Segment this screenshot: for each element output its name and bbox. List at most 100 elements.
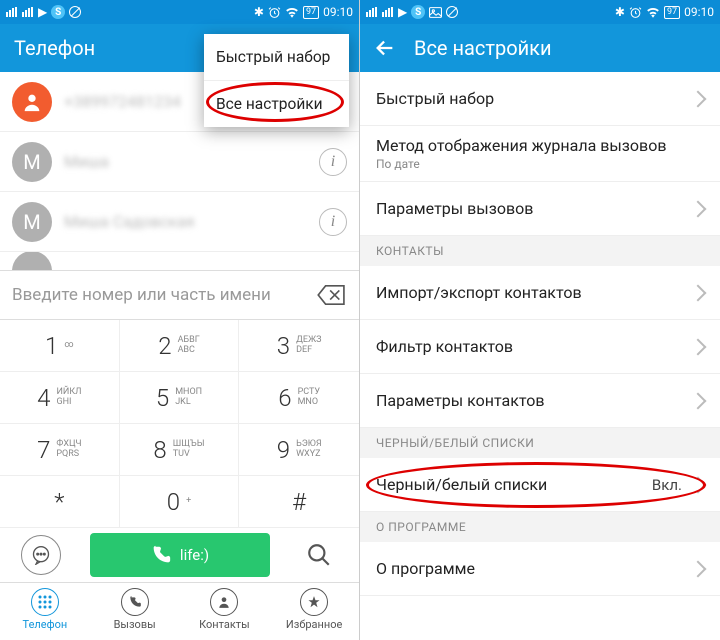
dialer-keypad: 1∞ 2АБВГ ABC 3ДЕЖЗ DEF 4ИЙКЛ GHI 5МНОП J… bbox=[0, 320, 359, 528]
setting-title: Параметры вызовов bbox=[376, 199, 692, 218]
dialer-input[interactable]: Введите номер или часть имени bbox=[0, 270, 359, 320]
key-star[interactable]: * bbox=[0, 476, 120, 528]
chevron-right-icon bbox=[690, 338, 707, 355]
no-icon bbox=[446, 6, 458, 18]
contact-row[interactable]: M Миша i bbox=[0, 132, 359, 192]
battery-icon: 97 bbox=[303, 6, 319, 19]
section-black-white: ЧЕРНЫЙ/БЕЛЫЙ СПИСКИ bbox=[360, 428, 720, 458]
nav-calls[interactable]: Вызовы bbox=[90, 583, 180, 636]
backspace-icon[interactable] bbox=[317, 284, 347, 306]
dialer-placeholder: Введите номер или часть имени bbox=[12, 285, 317, 305]
nav-label: Вызовы bbox=[114, 618, 156, 631]
battery-icon: 97 bbox=[664, 6, 680, 19]
setting-contact-filter[interactable]: Фильтр контактов bbox=[360, 320, 720, 374]
setting-title: Импорт/экспорт контактов bbox=[376, 283, 692, 302]
key-hash[interactable]: # bbox=[239, 476, 359, 528]
play-icon: ▶ bbox=[38, 5, 47, 19]
setting-title: Параметры контактов bbox=[376, 391, 692, 410]
key-0[interactable]: 0+ bbox=[120, 476, 240, 528]
chevron-right-icon bbox=[690, 90, 707, 107]
sms-button[interactable] bbox=[21, 535, 61, 575]
contact-name: Миша Садовская bbox=[64, 212, 307, 231]
key-5[interactable]: 5МНОП JKL bbox=[120, 372, 240, 424]
alarm-icon bbox=[629, 6, 642, 19]
setting-title: Черный/белый списки bbox=[376, 475, 652, 494]
s-icon: S bbox=[411, 5, 425, 19]
nav-favorites[interactable]: Избранное bbox=[269, 583, 359, 636]
chevron-right-icon bbox=[690, 284, 707, 301]
image-icon bbox=[429, 7, 442, 18]
key-4[interactable]: 4ИЙКЛ GHI bbox=[0, 372, 120, 424]
chevron-right-icon bbox=[690, 200, 707, 217]
no-icon bbox=[69, 6, 81, 18]
key-7[interactable]: 7ФХЦЧ PQRS bbox=[0, 424, 120, 476]
signal-icon bbox=[382, 7, 394, 17]
setting-import-export[interactable]: Импорт/экспорт контактов bbox=[360, 266, 720, 320]
call-button[interactable]: life:) bbox=[90, 533, 270, 577]
setting-subtitle: По дате bbox=[376, 157, 704, 171]
nav-label: Избранное bbox=[286, 618, 342, 631]
status-time: 09:10 bbox=[323, 5, 353, 19]
call-label: life:) bbox=[180, 546, 209, 564]
settings-list[interactable]: Быстрый набор Метод отображения журнала … bbox=[360, 72, 720, 640]
dialpad-icon bbox=[31, 588, 59, 616]
avatar: M bbox=[12, 202, 52, 242]
key-2[interactable]: 2АБВГ ABC bbox=[120, 320, 240, 372]
avatar bbox=[12, 252, 52, 270]
setting-call-params[interactable]: Параметры вызовов bbox=[360, 182, 720, 236]
app-bar: Все настройки bbox=[360, 24, 720, 72]
key-1[interactable]: 1∞ bbox=[0, 320, 120, 372]
nav-label: Контакты bbox=[199, 618, 250, 631]
app-title: Телефон bbox=[14, 36, 95, 60]
setting-title: Метод отображения журнала вызовов bbox=[376, 136, 704, 155]
setting-contact-params[interactable]: Параметры контактов bbox=[360, 374, 720, 428]
section-about: О ПРОГРАММЕ bbox=[360, 512, 720, 542]
contact-name: Миша bbox=[64, 152, 307, 171]
setting-black-white-list[interactable]: Черный/белый списки Вкл. bbox=[360, 458, 720, 512]
nav-contacts[interactable]: Контакты bbox=[180, 583, 270, 636]
setting-call-log-display[interactable]: Метод отображения журнала вызовов По дат… bbox=[360, 126, 720, 182]
info-button[interactable]: i bbox=[319, 148, 347, 176]
wifi-icon bbox=[646, 7, 660, 18]
dialer-action-row: life:) bbox=[0, 528, 359, 582]
person-icon bbox=[210, 588, 238, 616]
menu-speed-dial[interactable]: Быстрый набор bbox=[204, 34, 349, 80]
avatar: M bbox=[12, 142, 52, 182]
screen-phone: ▶ S ✱ 97 09:10 Телефон Быстрый набор bbox=[0, 0, 360, 640]
bluetooth-icon: ✱ bbox=[254, 5, 264, 19]
star-icon bbox=[300, 588, 328, 616]
contact-row[interactable] bbox=[0, 252, 359, 270]
chevron-right-icon bbox=[690, 392, 707, 409]
search-button[interactable] bbox=[299, 535, 339, 575]
contact-row[interactable]: M Миша Садовская i bbox=[0, 192, 359, 252]
setting-title: Быстрый набор bbox=[376, 89, 692, 108]
bluetooth-icon: ✱ bbox=[615, 5, 625, 19]
key-9[interactable]: 9ЬЭЮЯ WXYZ bbox=[239, 424, 359, 476]
key-8[interactable]: 8ШЩЪЫ TUV bbox=[120, 424, 240, 476]
setting-about[interactable]: О программе bbox=[360, 542, 720, 596]
info-button[interactable]: i bbox=[319, 208, 347, 236]
setting-title: Фильтр контактов bbox=[376, 337, 692, 356]
overflow-menu: Быстрый набор Все настройки bbox=[204, 34, 349, 127]
alarm-icon bbox=[268, 6, 281, 19]
key-6[interactable]: 6РСТУ MNO bbox=[239, 372, 359, 424]
key-3[interactable]: 3ДЕЖЗ DEF bbox=[239, 320, 359, 372]
back-icon[interactable] bbox=[374, 37, 396, 59]
nav-phone[interactable]: Телефон bbox=[0, 583, 90, 636]
wifi-icon bbox=[285, 7, 299, 18]
avatar bbox=[12, 82, 52, 122]
section-contacts: КОНТАКТЫ bbox=[360, 236, 720, 266]
signal-icon bbox=[6, 7, 18, 17]
signal-icon bbox=[366, 7, 378, 17]
bottom-nav: Телефон Вызовы Контакты Избранное bbox=[0, 582, 359, 636]
nav-label: Телефон bbox=[23, 618, 68, 631]
s-icon: S bbox=[51, 5, 65, 19]
status-time: 09:10 bbox=[684, 5, 714, 19]
setting-title: О программе bbox=[376, 559, 692, 578]
signal-icon bbox=[22, 7, 34, 17]
setting-speed-dial[interactable]: Быстрый набор bbox=[360, 72, 720, 126]
setting-value: Вкл. bbox=[652, 476, 682, 494]
menu-all-settings[interactable]: Все настройки bbox=[204, 80, 349, 127]
chevron-right-icon bbox=[690, 476, 707, 493]
play-icon: ▶ bbox=[398, 5, 407, 19]
